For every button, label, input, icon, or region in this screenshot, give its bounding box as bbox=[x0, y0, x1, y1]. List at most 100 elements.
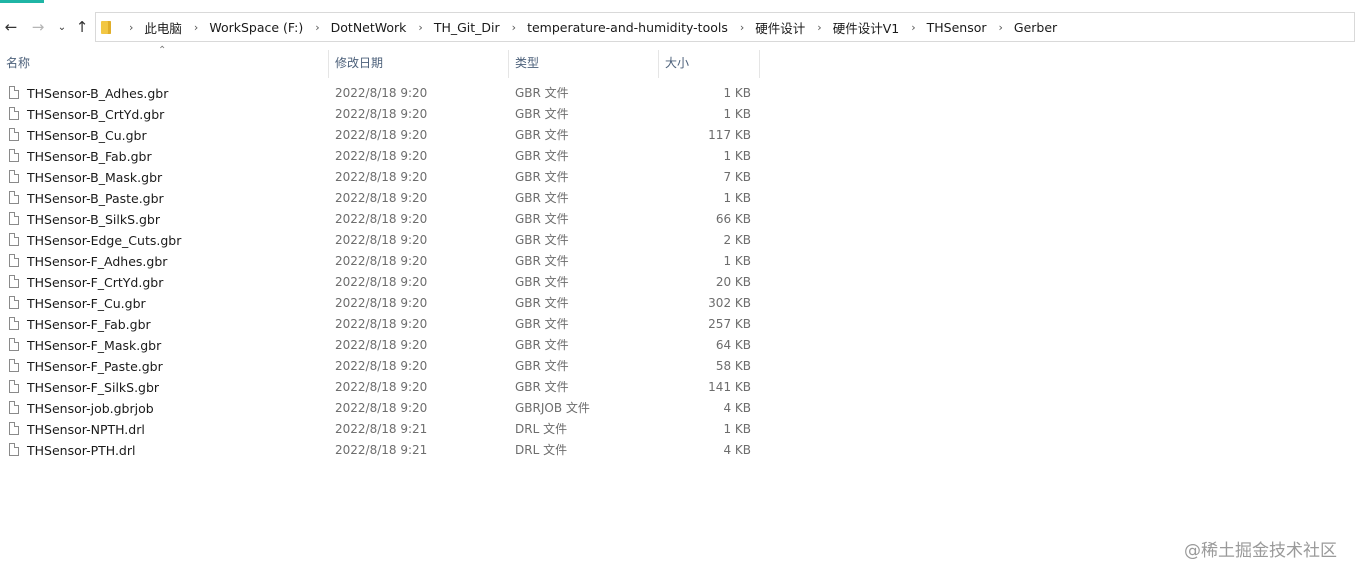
file-icon bbox=[9, 380, 19, 393]
chevron-right-icon[interactable]: › bbox=[315, 21, 319, 34]
column-header-name[interactable]: 名称 bbox=[6, 50, 30, 78]
file-icon bbox=[9, 149, 19, 162]
column-header-date[interactable]: 修改日期 bbox=[335, 50, 383, 78]
file-date: 2022/8/18 9:20 bbox=[335, 86, 428, 100]
column-header-row: ⌃ 名称 修改日期 类型 大小 bbox=[0, 45, 760, 78]
column-header-size[interactable]: 大小 bbox=[665, 50, 689, 78]
breadcrumb-item[interactable]: THSensor bbox=[927, 20, 987, 35]
chevron-right-icon[interactable]: › bbox=[512, 21, 516, 34]
file-date: 2022/8/18 9:20 bbox=[335, 233, 428, 247]
file-date: 2022/8/18 9:20 bbox=[335, 380, 428, 394]
file-icon bbox=[9, 107, 19, 120]
file-row[interactable]: THSensor-B_Adhes.gbr 2022/8/18 9:20 GBR 文件… bbox=[0, 83, 760, 104]
column-header-type[interactable]: 类型 bbox=[515, 50, 539, 78]
file-size: 7 KB bbox=[723, 170, 751, 184]
file-name: THSensor-B_CrtYd.gbr bbox=[27, 107, 165, 122]
chevron-right-icon[interactable]: › bbox=[194, 21, 198, 34]
file-type: GBR 文件 bbox=[515, 233, 569, 247]
file-row[interactable]: THSensor-F_Fab.gbr 2022/8/18 9:20 GBR 文件 25… bbox=[0, 314, 760, 335]
file-date: 2022/8/18 9:20 bbox=[335, 359, 428, 373]
file-row[interactable]: THSensor-F_CrtYd.gbr 2022/8/18 9:20 GBR 文件… bbox=[0, 272, 760, 293]
file-icon bbox=[9, 443, 19, 456]
breadcrumb-item[interactable]: 硬件设计V1 bbox=[833, 18, 900, 37]
file-row[interactable]: THSensor-F_Cu.gbr 2022/8/18 9:20 GBR 文件 302… bbox=[0, 293, 760, 314]
watermark: @稀土掘金技术社区 bbox=[1184, 541, 1337, 561]
chevron-right-icon[interactable]: › bbox=[911, 21, 915, 34]
navigation-bar: ← → ⌄ ↑ › 此电脑 › WorkSpace (F:) › DotNetWork › T… bbox=[0, 10, 1355, 44]
breadcrumb-item[interactable]: TH_Git_Dir bbox=[434, 20, 500, 35]
file-name: THSensor-F_Paste.gbr bbox=[27, 359, 163, 374]
file-icon bbox=[9, 296, 19, 309]
file-type: GBR 文件 bbox=[515, 212, 569, 226]
file-row[interactable]: THSensor-B_Paste.gbr 2022/8/18 9:20 GBR 文件… bbox=[0, 188, 760, 209]
file-row[interactable]: THSensor-B_Mask.gbr 2022/8/18 9:20 GBR 文件 7… bbox=[0, 167, 760, 188]
forward-arrow-icon[interactable]: → bbox=[29, 18, 47, 36]
file-row[interactable]: THSensor-NPTH.drl 2022/8/18 9:21 DRL 文件 1 K… bbox=[0, 419, 760, 440]
file-date: 2022/8/18 9:20 bbox=[335, 296, 428, 310]
chevron-down-icon[interactable]: ⌄ bbox=[53, 18, 71, 36]
file-name: THSensor-B_Fab.gbr bbox=[27, 149, 152, 164]
sort-ascending-icon: ⌃ bbox=[158, 45, 167, 56]
file-date: 2022/8/18 9:20 bbox=[335, 128, 428, 142]
file-row[interactable]: THSensor-F_Mask.gbr 2022/8/18 9:20 GBR 文件 6… bbox=[0, 335, 760, 356]
file-size: 4 KB bbox=[723, 401, 751, 415]
file-icon bbox=[9, 401, 19, 414]
breadcrumb-item[interactable]: DotNetWork bbox=[331, 20, 407, 35]
file-row[interactable]: THSensor-B_Cu.gbr 2022/8/18 9:20 GBR 文件 117… bbox=[0, 125, 760, 146]
up-arrow-icon[interactable]: ↑ bbox=[73, 18, 91, 36]
back-arrow-icon[interactable]: ← bbox=[2, 18, 20, 36]
file-row[interactable]: THSensor-PTH.drl 2022/8/18 9:21 DRL 文件 4 KB bbox=[0, 440, 760, 461]
file-type: GBR 文件 bbox=[515, 317, 569, 331]
file-name: THSensor-Edge_Cuts.gbr bbox=[27, 233, 182, 248]
file-row[interactable]: THSensor-B_CrtYd.gbr 2022/8/18 9:20 GBR 文件… bbox=[0, 104, 760, 125]
file-row[interactable]: THSensor-F_Adhes.gbr 2022/8/18 9:20 GBR 文件… bbox=[0, 251, 760, 272]
column-divider[interactable] bbox=[508, 50, 509, 78]
file-name: THSensor-B_Adhes.gbr bbox=[27, 86, 169, 101]
file-name: THSensor-B_Cu.gbr bbox=[27, 128, 147, 143]
breadcrumb-item[interactable]: WorkSpace (F:) bbox=[209, 20, 303, 35]
column-divider[interactable] bbox=[658, 50, 659, 78]
address-bar[interactable]: › 此电脑 › WorkSpace (F:) › DotNetWork › TH_Git_Di… bbox=[95, 12, 1355, 42]
file-type: GBR 文件 bbox=[515, 149, 569, 163]
chevron-right-icon[interactable]: › bbox=[418, 21, 422, 34]
file-date: 2022/8/18 9:20 bbox=[335, 212, 428, 226]
file-name: THSensor-F_Mask.gbr bbox=[27, 338, 162, 353]
file-date: 2022/8/18 9:20 bbox=[335, 317, 428, 331]
breadcrumb-item[interactable]: 此电脑 bbox=[144, 18, 182, 37]
file-size: 2 KB bbox=[723, 233, 751, 247]
file-row[interactable]: THSensor-Edge_Cuts.gbr 2022/8/18 9:20 GBR … bbox=[0, 230, 760, 251]
file-size: 141 KB bbox=[708, 380, 751, 394]
chevron-right-icon[interactable]: › bbox=[129, 21, 133, 34]
folder-icon bbox=[101, 20, 111, 34]
file-row[interactable]: THSensor-job.gbrjob 2022/8/18 9:20 GBRJOB … bbox=[0, 398, 760, 419]
file-row[interactable]: THSensor-F_SilkS.gbr 2022/8/18 9:20 GBR 文件… bbox=[0, 377, 760, 398]
file-icon bbox=[9, 359, 19, 372]
file-type: GBRJOB 文件 bbox=[515, 401, 590, 415]
chevron-right-icon[interactable]: › bbox=[740, 21, 744, 34]
breadcrumb-item[interactable]: Gerber bbox=[1014, 20, 1057, 35]
file-date: 2022/8/18 9:20 bbox=[335, 107, 428, 121]
file-name: THSensor-F_CrtYd.gbr bbox=[27, 275, 164, 290]
file-type: GBR 文件 bbox=[515, 359, 569, 373]
file-size: 1 KB bbox=[723, 149, 751, 163]
file-name: THSensor-B_SilkS.gbr bbox=[27, 212, 161, 227]
column-divider[interactable] bbox=[759, 50, 760, 78]
file-type: GBR 文件 bbox=[515, 191, 569, 205]
file-row[interactable]: THSensor-F_Paste.gbr 2022/8/18 9:20 GBR 文件… bbox=[0, 356, 760, 377]
file-date: 2022/8/18 9:20 bbox=[335, 401, 428, 415]
file-date: 2022/8/18 9:20 bbox=[335, 191, 428, 205]
file-row[interactable]: THSensor-B_Fab.gbr 2022/8/18 9:20 GBR 文件 1 … bbox=[0, 146, 760, 167]
chevron-right-icon[interactable]: › bbox=[999, 21, 1003, 34]
breadcrumb-item[interactable]: 硬件设计 bbox=[755, 18, 805, 37]
file-size: 117 KB bbox=[708, 128, 751, 142]
column-divider[interactable] bbox=[328, 50, 329, 78]
file-size: 1 KB bbox=[723, 86, 751, 100]
file-row[interactable]: THSensor-B_SilkS.gbr 2022/8/18 9:20 GBR 文件… bbox=[0, 209, 760, 230]
chevron-right-icon[interactable]: › bbox=[817, 21, 821, 34]
breadcrumb-item[interactable]: temperature-and-humidity-tools bbox=[527, 20, 728, 35]
ribbon-accent-bar bbox=[0, 0, 44, 3]
file-icon bbox=[9, 317, 19, 330]
file-size: 4 KB bbox=[723, 443, 751, 457]
file-name: THSensor-PTH.drl bbox=[27, 443, 136, 458]
file-type: GBR 文件 bbox=[515, 170, 569, 184]
